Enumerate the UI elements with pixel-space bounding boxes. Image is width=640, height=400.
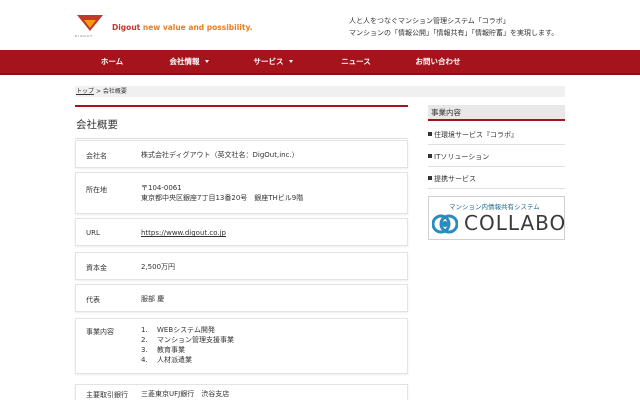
header-intro-line1: 人と人をつなぐマンション管理システム「コラボ」 — [349, 17, 510, 25]
row-label-url: URL — [86, 229, 100, 237]
nav-services[interactable]: サービス — [248, 50, 298, 75]
sidebar-divider — [428, 166, 565, 167]
logo-wordmark: DIGOUT — [75, 34, 93, 38]
title-accent-bar — [75, 105, 408, 107]
square-bullet-icon — [428, 176, 432, 180]
row-label-business: 事業内容 — [86, 328, 114, 336]
tagline-slogan: new value and possibility. — [140, 23, 253, 32]
row-label-company-name: 会社名 — [86, 152, 107, 160]
row-label-bank: 主要取引銀行 — [86, 391, 128, 399]
site-header: DIGOUT Digout new value and possibility.… — [0, 0, 640, 50]
collabo-banner[interactable]: マンション内情報共有システム COLLABO — [428, 196, 565, 240]
sidebar-item-label: 提携サービス — [434, 175, 476, 183]
sidebar-heading: 事業内容 — [428, 105, 565, 121]
table-row: 主要取引銀行 三菱東京UFJ銀行 渋谷支店 — [75, 384, 408, 400]
sidebar-item-partner[interactable]: 提携サービス — [428, 174, 476, 184]
main-content: 会社概要 — [75, 105, 408, 139]
square-bullet-icon — [428, 154, 432, 158]
list-item: 2. マンション管理支援事業 — [141, 336, 234, 344]
row-value-url: https://www.digout.co.jp — [141, 228, 226, 238]
list-item: 3. 教育事業 — [141, 346, 185, 354]
address-street: 東京都中央区銀座7丁目13番20号 銀座THビル9階 — [141, 194, 304, 202]
nav-contact-label: お問い合わせ — [415, 57, 461, 66]
nav-services-label: サービス — [253, 57, 284, 66]
sidebar-item-label: ITソリューション — [434, 153, 490, 161]
table-row: 資本金 2,500万円 — [75, 252, 408, 280]
chevron-down-icon — [288, 59, 293, 63]
banner-caption: マンション内情報共有システム — [449, 203, 540, 211]
business-list: 1. WEBシステム開発 2. マンション管理支援事業 3. 教育事業 4. 人材派遣業 — [141, 325, 234, 365]
main-nav: ホーム 会社情報 サービス ニュース お問い合わせ — [0, 50, 640, 75]
nav-home[interactable]: ホーム — [92, 50, 132, 75]
breadcrumb-separator: > — [95, 88, 101, 95]
table-row: 事業内容 1. WEBシステム開発 2. マンション管理支援事業 3. 教育事業 4.… — [75, 318, 408, 374]
row-value-bank: 三菱東京UFJ銀行 渋谷支店 — [141, 390, 230, 398]
row-value-address: 〒104-0061 東京都中央区銀座7丁目13番20号 銀座THビル9階 — [141, 183, 303, 203]
list-item: 1. WEBシステム開発 — [141, 326, 215, 334]
nav-home-label: ホーム — [100, 57, 124, 66]
row-value-representative: 服部 慶 — [141, 295, 165, 303]
sidebar: 事業内容 住環境サービス『コラボ』 ITソリューション 提携サービス マンション… — [428, 105, 565, 240]
sidebar-item-it[interactable]: ITソリューション — [428, 152, 489, 162]
breadcrumb-home-link[interactable]: トップ — [76, 88, 94, 95]
nav-news-label: ニュース — [341, 57, 371, 66]
header-intro-line2: マンションの「情報公開」「情報共有」「情報貯蓄」を実現します。 — [349, 29, 559, 37]
list-item: 4. 人材派遣業 — [141, 356, 192, 364]
table-row: 会社名 株式会社ディグアウト（英文社名：DigOut,inc.） — [75, 140, 408, 168]
nav-contact[interactable]: お問い合わせ — [408, 50, 468, 75]
sidebar-divider — [428, 188, 565, 189]
nav-company-label: 会社情報 — [169, 57, 200, 66]
table-row: 代表 服部 慶 — [75, 284, 408, 312]
table-row: URL https://www.digout.co.jp — [75, 218, 408, 246]
page-title: 会社概要 — [76, 119, 118, 131]
chevron-down-icon — [204, 59, 209, 63]
tagline-brand: Digout — [112, 23, 141, 32]
address-postal-code: 〒104-0061 — [141, 184, 182, 192]
row-label-representative: 代表 — [86, 296, 100, 304]
row-label-address: 所在地 — [86, 186, 107, 194]
sidebar-item-label: 住環境サービス『コラボ』 — [434, 131, 518, 139]
breadcrumb: トップ > 会社概要 — [75, 86, 565, 97]
breadcrumb-current: 会社概要 — [102, 88, 127, 95]
site-tagline: Digout new value and possibility. — [112, 23, 253, 32]
nav-company[interactable]: 会社情報 — [164, 50, 214, 75]
collabo-logo-icon — [432, 214, 458, 234]
company-url-link[interactable]: https://www.digout.co.jp — [141, 229, 226, 237]
row-label-capital: 資本金 — [86, 264, 107, 272]
title-divider — [75, 138, 408, 139]
banner-wordmark: COLLABO — [464, 211, 567, 235]
sidebar-item-collabo[interactable]: 住環境サービス『コラボ』 — [428, 130, 518, 140]
row-value-capital: 2,500万円 — [141, 263, 176, 271]
row-value-business: 1. WEBシステム開発 2. マンション管理支援事業 3. 教育事業 4. 人材派遣業 — [141, 325, 234, 365]
table-row: 所在地 〒104-0061 東京都中央区銀座7丁目13番20号 銀座THビル9階 — [75, 172, 408, 214]
sidebar-divider — [428, 144, 565, 145]
nav-news[interactable]: ニュース — [336, 50, 376, 75]
row-value-company-name: 株式会社ディグアウト（英文社名：DigOut,inc.） — [141, 151, 299, 159]
header-intro: 人と人をつなぐマンション管理システム「コラボ」 マンションの「情報公開」「情報共… — [349, 15, 558, 39]
square-bullet-icon — [428, 132, 432, 136]
